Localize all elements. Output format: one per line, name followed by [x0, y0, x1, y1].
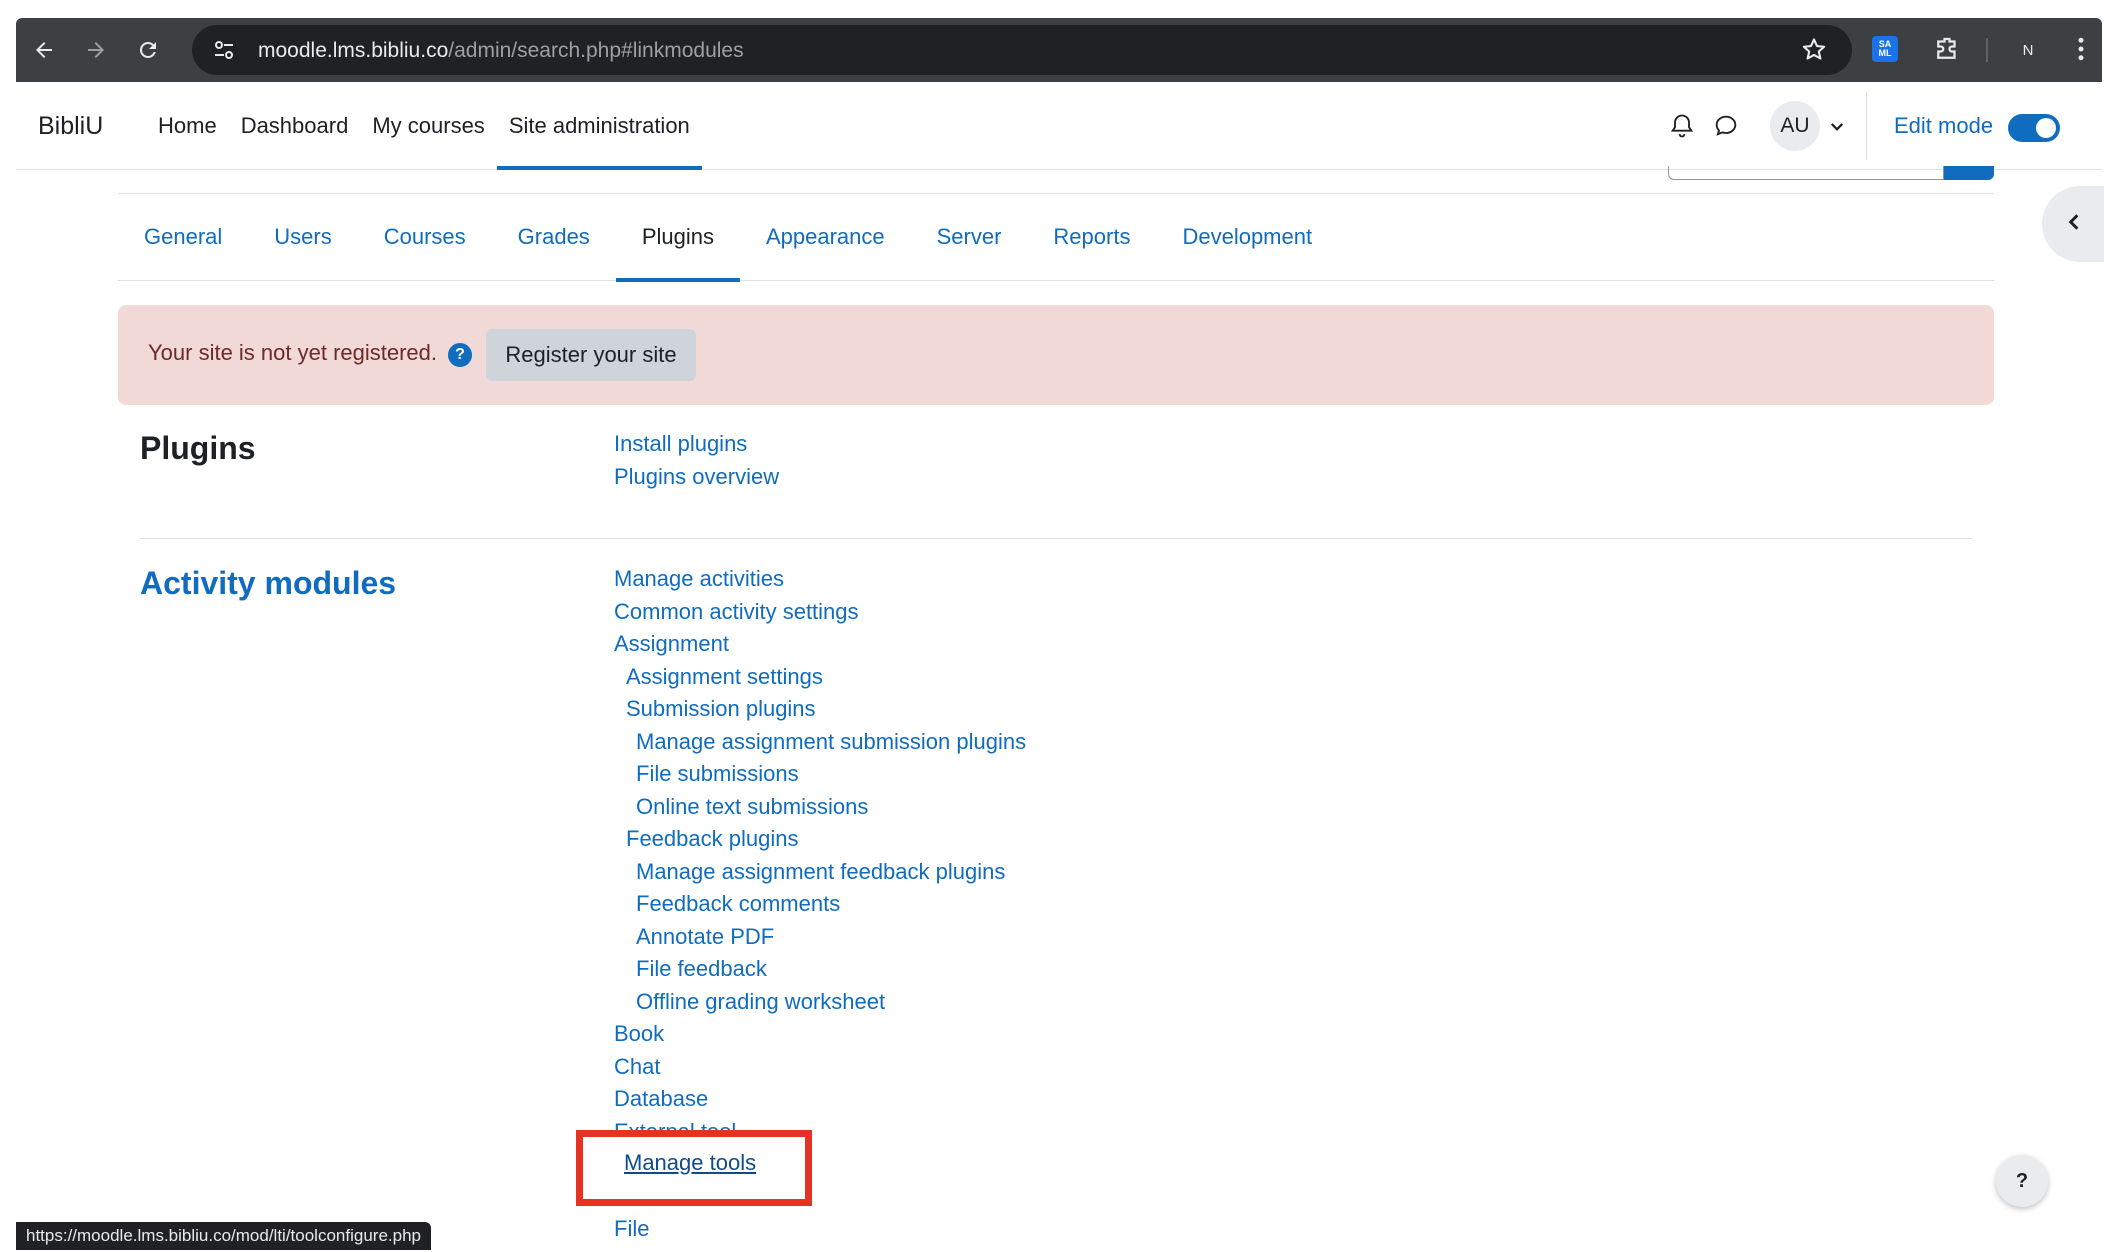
- notifications-bell-icon[interactable]: [1668, 112, 1696, 145]
- tab-server[interactable]: Server: [911, 194, 1028, 281]
- register-site-button[interactable]: Register your site: [486, 329, 696, 381]
- link-feedback-plugins[interactable]: Feedback plugins: [614, 823, 1026, 856]
- edit-mode-toggle[interactable]: [2008, 114, 2060, 142]
- status-bar-url: https://moodle.lms.bibliu.co/mod/lti/too…: [16, 1222, 431, 1250]
- link-file-submissions[interactable]: File submissions: [614, 758, 1026, 791]
- section-divider: [140, 538, 1972, 539]
- navbar-divider: [1866, 92, 1867, 160]
- saml-extension-icon[interactable]: SA ML: [1872, 36, 1898, 62]
- tab-appearance[interactable]: Appearance: [740, 194, 911, 281]
- alert-message: Your site is not yet registered.: [148, 340, 438, 365]
- chevron-left-icon: [2064, 212, 2084, 237]
- link-offline-grading-worksheet[interactable]: Offline grading worksheet: [614, 986, 1026, 1019]
- plugins-heading: Plugins: [140, 430, 256, 466]
- primary-navigation: Home Dashboard My courses Site administr…: [146, 82, 702, 170]
- forward-arrow-icon[interactable]: [78, 32, 114, 68]
- extensions-puzzle-icon[interactable]: [1932, 34, 1962, 69]
- tab-reports[interactable]: Reports: [1027, 194, 1156, 281]
- link-database[interactable]: Database: [614, 1083, 1026, 1116]
- admin-search-input[interactable]: [1668, 166, 1944, 180]
- edit-mode-label: Edit mode: [1894, 113, 1994, 138]
- site-brand[interactable]: BibliU: [38, 112, 103, 141]
- secondary-navigation: General Users Courses Grades Plugins App…: [118, 193, 1994, 282]
- link-submission-plugins[interactable]: Submission plugins: [614, 693, 1026, 726]
- reload-icon[interactable]: [130, 32, 166, 68]
- nav-home[interactable]: Home: [146, 82, 229, 170]
- tab-users[interactable]: Users: [248, 194, 357, 281]
- address-bar[interactable]: moodle.lms.bibliu.co/admin/search.php#li…: [192, 25, 1852, 75]
- user-avatar[interactable]: AU: [1770, 101, 1820, 151]
- chevron-down-icon[interactable]: [1828, 118, 1846, 141]
- link-annotate-pdf[interactable]: Annotate PDF: [614, 921, 1026, 954]
- link-book[interactable]: Book: [614, 1018, 1026, 1051]
- link-assignment[interactable]: Assignment: [614, 628, 1026, 661]
- help-fab-button[interactable]: ?: [1996, 1155, 2048, 1207]
- link-chat[interactable]: Chat: [614, 1051, 1026, 1084]
- messages-chat-icon[interactable]: [1712, 112, 1740, 145]
- profile-button[interactable]: N: [2012, 34, 2044, 66]
- browser-menu-icon[interactable]: [2066, 34, 2096, 69]
- link-feedback-comments[interactable]: Feedback comments: [614, 888, 1026, 921]
- link-common-activity-settings[interactable]: Common activity settings: [614, 596, 1026, 629]
- primary-navbar: BibliU Home Dashboard My courses Site ad…: [16, 82, 2102, 170]
- admin-search-button[interactable]: [1944, 166, 1994, 180]
- link-file[interactable]: File: [614, 1213, 1026, 1246]
- link-plugins-overview[interactable]: Plugins overview: [614, 461, 779, 494]
- link-manage-assignment-feedback-plugins[interactable]: Manage assignment feedback plugins: [614, 856, 1026, 889]
- activity-modules-heading[interactable]: Activity modules: [140, 565, 396, 602]
- link-assignment-settings[interactable]: Assignment settings: [614, 661, 1026, 694]
- open-drawer-button[interactable]: [2042, 186, 2104, 262]
- tab-courses[interactable]: Courses: [358, 194, 492, 281]
- highlighted-manage-tools-link[interactable]: Manage tools: [624, 1150, 756, 1176]
- nav-site-administration[interactable]: Site administration: [496, 82, 702, 170]
- browser-toolbar: moodle.lms.bibliu.co/admin/search.php#li…: [16, 18, 2102, 82]
- nav-my-courses[interactable]: My courses: [360, 82, 496, 170]
- site-settings-icon[interactable]: [212, 38, 236, 67]
- link-manage-assignment-submission-plugins[interactable]: Manage assignment submission plugins: [614, 726, 1026, 759]
- link-file-feedback[interactable]: File feedback: [614, 953, 1026, 986]
- link-manage-activities[interactable]: Manage activities: [614, 563, 1026, 596]
- tab-development[interactable]: Development: [1156, 194, 1338, 281]
- link-online-text-submissions[interactable]: Online text submissions: [614, 791, 1026, 824]
- plugins-links: Install plugins Plugins overview: [614, 428, 779, 493]
- tab-grades[interactable]: Grades: [492, 194, 616, 281]
- tab-plugins[interactable]: Plugins: [615, 194, 741, 282]
- registration-alert: Your site is not yet registered.: [118, 305, 1994, 405]
- url-text: moodle.lms.bibliu.co/admin/search.php#li…: [258, 39, 744, 62]
- nav-dashboard[interactable]: Dashboard: [229, 82, 361, 170]
- back-arrow-icon[interactable]: [26, 32, 62, 68]
- tab-general[interactable]: General: [118, 194, 248, 281]
- help-question-icon[interactable]: ?: [448, 343, 472, 367]
- toolbar-separator: [1986, 38, 1988, 62]
- link-install-plugins[interactable]: Install plugins: [614, 428, 779, 461]
- bookmark-star-icon[interactable]: [1800, 36, 1828, 69]
